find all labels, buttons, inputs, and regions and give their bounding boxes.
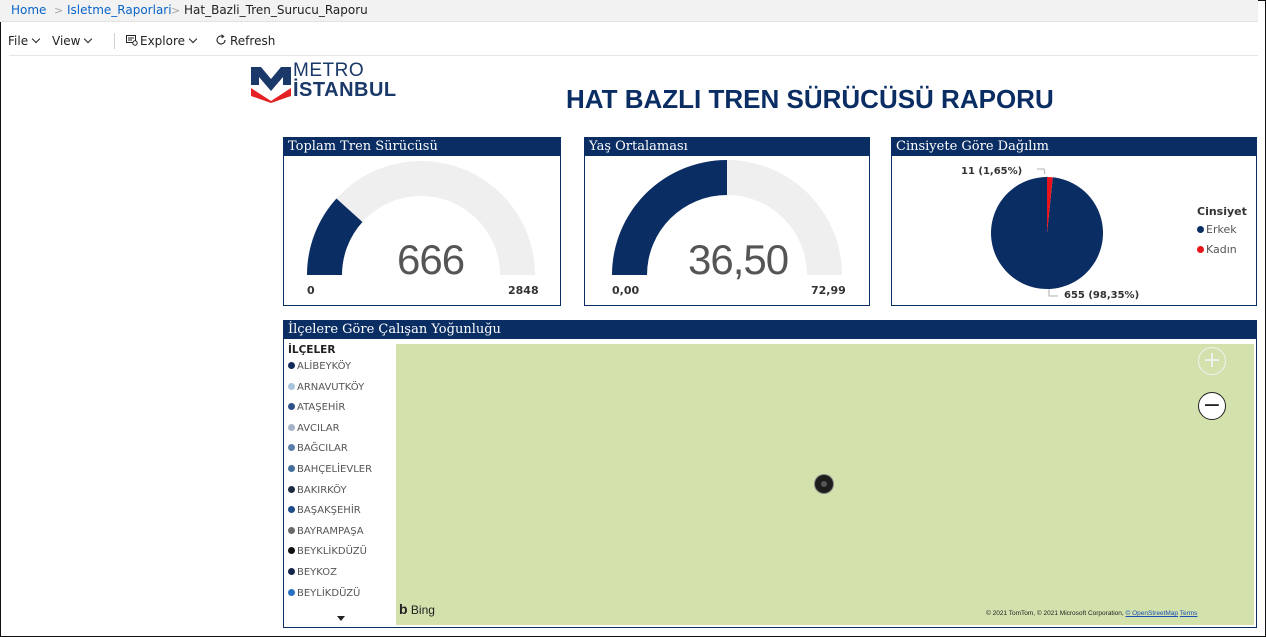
terms-link[interactable]: Terms bbox=[1180, 610, 1198, 617]
district-legend-item[interactable]: BEYKOZ bbox=[288, 567, 337, 578]
legend-dot bbox=[288, 526, 295, 534]
legend-label: Kadın bbox=[1206, 243, 1237, 256]
district-name: BEYKLİKDÜZÜ bbox=[297, 546, 367, 558]
pie-leader-line bbox=[1037, 168, 1046, 175]
district-name: BAHÇELİEVLER bbox=[297, 464, 373, 475]
legend-dot bbox=[288, 506, 295, 514]
explore-menu-label: Explore bbox=[140, 34, 186, 48]
district-legend-item[interactable]: ATAŞEHİR bbox=[288, 402, 345, 413]
district-name: BEYKOZ bbox=[297, 567, 338, 578]
gauge-value: 36,50 bbox=[688, 236, 789, 283]
district-legend-item[interactable]: BAHÇELİEVLER bbox=[288, 464, 372, 475]
district-name: BEYLİKDÜZÜ bbox=[297, 587, 361, 599]
legend-dot bbox=[288, 485, 295, 493]
zoom-out-button[interactable]: − bbox=[1198, 392, 1226, 420]
card-title: Toplam Tren Sürücüsü bbox=[284, 138, 560, 156]
breadcrumb-home-link[interactable]: Home bbox=[11, 0, 46, 21]
legend-dot bbox=[288, 588, 295, 596]
metro-logo-icon bbox=[251, 67, 291, 103]
legend-label: Erkek bbox=[1206, 223, 1237, 236]
gauge-min-label: 0,00 bbox=[612, 284, 640, 297]
total-drivers-card[interactable]: Toplam Tren Sürücüsü 666 0 2848 bbox=[283, 137, 561, 306]
gender-distribution-card[interactable]: Cinsiyete Göre Dağılım 11 (1,65%) 655 (9… bbox=[891, 137, 1257, 306]
logo-text-istanbul: İSTANBUL bbox=[293, 79, 397, 101]
map-marker[interactable] bbox=[815, 475, 833, 493]
breadcrumb: Home > Isletme_Raporlari > Hat_Bazli_Tre… bbox=[0, 0, 1258, 22]
district-legend-item[interactable]: BAYRAMPAŞA bbox=[288, 526, 364, 537]
explore-menu-button[interactable]: Explore bbox=[126, 29, 198, 53]
breadcrumb-separator: > bbox=[171, 4, 181, 17]
file-menu-label: File bbox=[8, 34, 29, 48]
district-name: BAYRAMPAŞA bbox=[297, 525, 364, 537]
file-menu-button[interactable]: File bbox=[8, 29, 41, 53]
chevron-down-icon bbox=[188, 34, 198, 44]
legend-dot bbox=[288, 362, 295, 369]
breadcrumb-current: Hat_Bazli_Tren_Surucu_Raporu bbox=[184, 3, 368, 17]
district-name: BAŞAKŞEHİR bbox=[297, 505, 361, 517]
gauge-max-label: 72,99 bbox=[811, 284, 846, 297]
legend-dot bbox=[288, 465, 295, 472]
chevron-down-icon bbox=[31, 34, 41, 44]
gauge-value: 666 bbox=[397, 236, 465, 283]
view-menu-label: View bbox=[52, 34, 81, 48]
district-legend-title: İLÇELER bbox=[288, 344, 336, 356]
district-legend-item[interactable]: BAKIRKÖY bbox=[288, 485, 347, 496]
toolbar-divider-line bbox=[9, 55, 1258, 56]
pie-label-female: 11 (1,65%) bbox=[961, 166, 1023, 177]
district-legend-item[interactable]: BAŞAKŞEHİR bbox=[288, 505, 361, 516]
legend-dot bbox=[288, 444, 295, 452]
district-legend-item[interactable]: AVCILAR bbox=[288, 423, 340, 434]
breadcrumb-folder-link[interactable]: Isletme_Raporlari bbox=[67, 0, 172, 21]
legend-dot bbox=[288, 568, 295, 575]
toolbar-divider bbox=[114, 33, 115, 49]
refresh-label: Refresh bbox=[230, 34, 276, 48]
district-legend-item[interactable]: ALİBEYKÖY bbox=[288, 361, 351, 372]
legend-dot bbox=[288, 403, 295, 411]
district-legend-item[interactable]: BAĞCILAR bbox=[288, 443, 348, 454]
refresh-button[interactable]: Refresh bbox=[215, 29, 275, 53]
legend-item-erkek[interactable]: Erkek bbox=[1197, 223, 1237, 236]
legend-item-kadin[interactable]: Kadın bbox=[1197, 243, 1237, 256]
gauge-min-label: 0 bbox=[307, 284, 315, 297]
legend-dot bbox=[1197, 246, 1204, 253]
copyright-text: © 2021 TomTom, © 2021 Microsoft Corporat… bbox=[986, 610, 1124, 617]
legend-dot bbox=[288, 382, 295, 390]
bing-logo: b Bing bbox=[399, 601, 435, 617]
view-menu-button[interactable]: View bbox=[52, 29, 93, 53]
report-title: HAT BAZLI TREN SÜRÜCÜSÜ RAPORU bbox=[566, 84, 1054, 114]
legend-title: Cinsiyet bbox=[1197, 205, 1247, 218]
metro-istanbul-logo: METRO İSTANBUL bbox=[250, 60, 400, 108]
district-name: BAKIRKÖY bbox=[297, 484, 347, 496]
district-legend-item[interactable]: BEYLİKDÜZÜ bbox=[288, 588, 360, 599]
card-title: Yaş Ortalaması bbox=[585, 138, 869, 156]
district-legend-item[interactable]: BEYKLİKDÜZÜ bbox=[288, 546, 367, 557]
gauge-max-label: 2848 bbox=[508, 284, 539, 297]
toolbar: File View Explore Refresh bbox=[0, 29, 1258, 53]
explore-icon bbox=[126, 35, 138, 46]
legend-dot bbox=[288, 547, 295, 555]
district-name: ARNAVUTKÖY bbox=[297, 381, 365, 393]
district-name: BAĞCILAR bbox=[297, 443, 348, 455]
district-legend-item[interactable]: ARNAVUTKÖY bbox=[288, 382, 364, 393]
legend-dot bbox=[288, 423, 295, 431]
average-age-card[interactable]: Yaş Ortalaması 36,50 0,00 72,99 bbox=[584, 137, 870, 306]
chevron-down-icon bbox=[84, 34, 93, 44]
openstreetmap-link[interactable]: © OpenStreetMap bbox=[1126, 610, 1178, 617]
district-name: ATAŞEHİR bbox=[297, 402, 346, 414]
map-copyright: © 2021 TomTom, © 2021 Microsoft Corporat… bbox=[986, 610, 1197, 617]
legend-dot bbox=[1197, 226, 1204, 233]
legend-scroll-down-arrow[interactable] bbox=[337, 616, 345, 621]
refresh-icon bbox=[216, 34, 226, 45]
card-title: İlçelere Göre Çalışan Yoğunluğu bbox=[284, 321, 1256, 339]
pie-leader-line bbox=[1048, 289, 1058, 297]
district-name: AVCILAR bbox=[297, 422, 340, 434]
zoom-in-button[interactable]: + bbox=[1198, 347, 1226, 375]
district-name: ALİBEYKÖY bbox=[297, 361, 352, 372]
bing-label: Bing bbox=[410, 603, 435, 617]
breadcrumb-separator: > bbox=[54, 4, 64, 17]
card-title: Cinsiyete Göre Dağılım bbox=[892, 138, 1256, 156]
pie-label-male: 655 (98,35%) bbox=[1064, 290, 1140, 301]
